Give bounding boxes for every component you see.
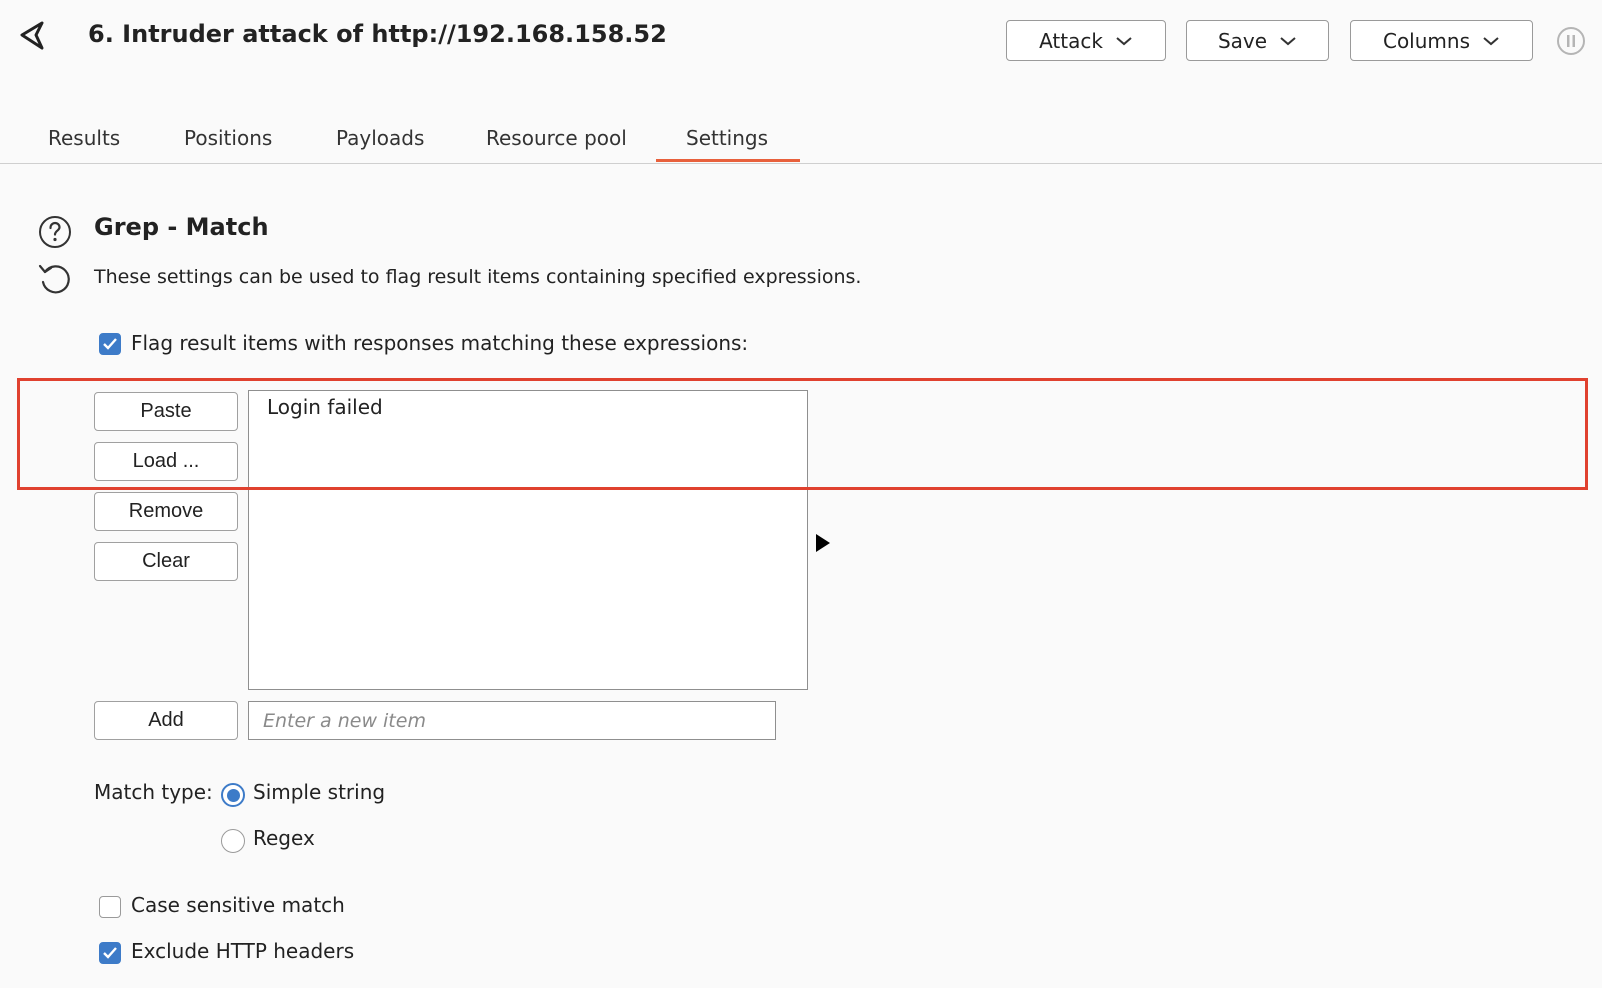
mouse-cursor-icon [816, 534, 830, 552]
save-button[interactable]: Save [1186, 20, 1329, 61]
attack-button[interactable]: Attack [1006, 20, 1166, 61]
reset-icon[interactable] [36, 262, 74, 296]
flag-results-checkbox[interactable] [99, 333, 121, 355]
paste-button[interactable]: Paste [94, 392, 238, 431]
columns-button[interactable]: Columns [1350, 20, 1533, 61]
tab-positions[interactable]: Positions [184, 126, 272, 150]
checkmark-icon [103, 338, 117, 350]
add-button[interactable]: Add [94, 701, 238, 740]
match-type-label: Match type: [94, 780, 213, 804]
new-item-input[interactable] [248, 701, 776, 740]
columns-button-label: Columns [1382, 28, 1470, 53]
flag-results-label: Flag result items with responses matchin… [131, 331, 749, 355]
case-sensitive-label: Case sensitive match [131, 893, 345, 917]
tab-payloads[interactable]: Payloads [336, 126, 424, 150]
tab-results[interactable]: Results [48, 126, 120, 150]
section-description: These settings can be used to flag resul… [94, 266, 862, 288]
chevron-down-icon [1280, 36, 1296, 45]
section-title: Grep - Match [94, 213, 269, 241]
regex-label: Regex [253, 826, 315, 850]
simple-string-label: Simple string [253, 780, 386, 804]
exclude-headers-label: Exclude HTTP headers [131, 939, 355, 963]
exclude-headers-checkbox[interactable] [99, 942, 121, 964]
remove-button[interactable]: Remove [94, 492, 238, 531]
tab-divider [0, 163, 1602, 164]
back-arrow-icon[interactable] [18, 20, 48, 52]
save-button-label: Save [1217, 28, 1268, 53]
checkmark-icon [103, 947, 117, 959]
chevron-down-icon [1116, 36, 1132, 45]
regex-radio[interactable] [221, 829, 245, 853]
tab-resource-pool[interactable]: Resource pool [486, 126, 627, 150]
list-item[interactable]: Login failed [267, 395, 383, 419]
tab-settings[interactable]: Settings [686, 126, 768, 150]
help-icon[interactable] [38, 215, 72, 249]
page-title: 6. Intruder attack of http://192.168.158… [88, 20, 667, 48]
simple-string-radio[interactable] [221, 783, 245, 807]
attack-button-label: Attack [1039, 28, 1103, 53]
active-tab-indicator [656, 159, 800, 162]
case-sensitive-checkbox[interactable] [99, 896, 121, 918]
pause-icon[interactable] [1556, 26, 1586, 56]
load-button[interactable]: Load ... [94, 442, 238, 481]
chevron-down-icon [1483, 36, 1499, 45]
clear-button[interactable]: Clear [94, 542, 238, 581]
match-expression-list[interactable]: Login failed [248, 390, 808, 690]
